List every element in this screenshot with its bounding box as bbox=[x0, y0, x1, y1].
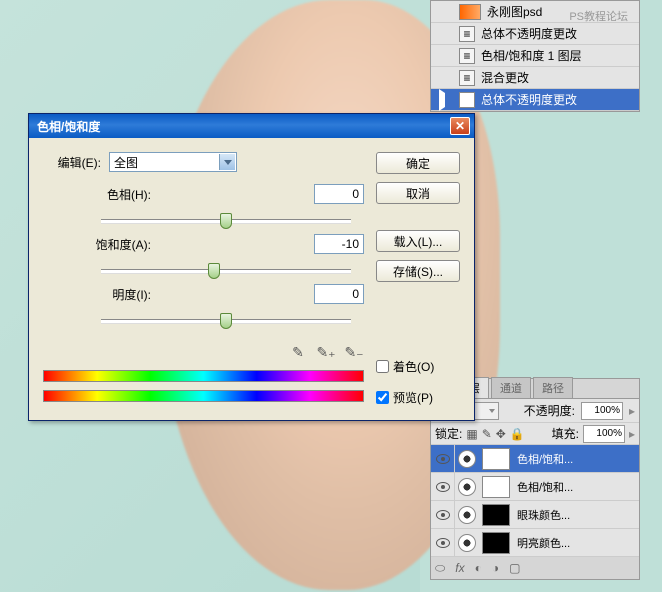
layer-name: 明亮颜色... bbox=[513, 535, 639, 551]
layer-mask-thumb[interactable] bbox=[482, 448, 510, 470]
history-item-label: 永刚图psd bbox=[487, 3, 542, 20]
layer-item-selected[interactable]: 色相/饱和... bbox=[431, 445, 639, 473]
preview-checkbox[interactable] bbox=[376, 391, 389, 404]
history-item-selected[interactable]: ≡ 总体不透明度更改 bbox=[431, 89, 639, 111]
layer-item[interactable]: 眼珠颜色... bbox=[431, 501, 639, 529]
page-icon: ≡ bbox=[459, 70, 475, 86]
adjustment-icon bbox=[458, 506, 476, 524]
eye-icon[interactable] bbox=[436, 538, 450, 548]
layer-name: 色相/饱和... bbox=[513, 479, 639, 495]
chevron-down-icon bbox=[219, 154, 235, 170]
preview-label: 预览(P) bbox=[393, 389, 433, 406]
eye-icon[interactable] bbox=[436, 482, 450, 492]
page-icon: ≡ bbox=[459, 48, 475, 64]
layers-footer: ⬭ fx ◐ ◑ ▢ bbox=[431, 557, 639, 579]
tab-channels[interactable]: 通道 bbox=[491, 377, 531, 398]
slider-thumb[interactable] bbox=[220, 213, 232, 229]
layer-item[interactable]: 明亮颜色... bbox=[431, 529, 639, 557]
close-button[interactable]: ✕ bbox=[450, 117, 470, 135]
lock-paint-icon[interactable]: ✎ bbox=[482, 427, 492, 441]
slider-thumb[interactable] bbox=[220, 313, 232, 329]
fill-input[interactable]: 100% bbox=[583, 425, 625, 443]
history-item[interactable]: ≡ 混合更改 bbox=[431, 67, 639, 89]
spectrum-bar-top bbox=[43, 370, 364, 382]
page-icon: ≡ bbox=[459, 26, 475, 42]
adjustment-icon bbox=[458, 478, 476, 496]
layer-item[interactable]: 色相/饱和... bbox=[431, 473, 639, 501]
eyedropper-icon[interactable]: ✎ bbox=[288, 342, 308, 362]
slider-thumb[interactable] bbox=[208, 263, 220, 279]
folder-icon[interactable]: ▢ bbox=[509, 561, 520, 575]
page-icon: ≡ bbox=[459, 92, 475, 108]
lock-label: 锁定: bbox=[435, 425, 462, 442]
layer-name: 眼珠颜色... bbox=[513, 507, 639, 523]
hue-label: 色相(H): bbox=[43, 186, 151, 203]
cancel-button[interactable]: 取消 bbox=[376, 182, 460, 204]
dialog-title: 色相/饱和度 bbox=[37, 118, 450, 135]
eyedropper-subtract-icon[interactable]: ✎₋ bbox=[344, 342, 364, 362]
save-button[interactable]: 存储(S)... bbox=[376, 260, 460, 282]
chevron-right-icon[interactable]: ▸ bbox=[629, 404, 635, 418]
edit-dropdown[interactable]: 全图 bbox=[109, 152, 237, 172]
adjustment-icon bbox=[458, 534, 476, 552]
history-item-label: 色相/饱和度 1 图层 bbox=[481, 47, 582, 64]
lock-move-icon[interactable]: ✥ bbox=[496, 427, 506, 441]
ok-button[interactable]: 确定 bbox=[376, 152, 460, 174]
current-arrow-icon bbox=[439, 89, 445, 111]
load-button[interactable]: 载入(L)... bbox=[376, 230, 460, 252]
history-item-label: 混合更改 bbox=[481, 69, 529, 86]
eyedropper-add-icon[interactable]: ✎₊ bbox=[316, 342, 336, 362]
adjustment-new-icon[interactable]: ◑ bbox=[492, 561, 499, 575]
edit-label: 编辑(E): bbox=[43, 154, 101, 171]
history-item-label: 总体不透明度更改 bbox=[481, 91, 577, 108]
fill-label: 填充: bbox=[552, 425, 579, 442]
history-item[interactable]: ≡ 总体不透明度更改 bbox=[431, 23, 639, 45]
mask-icon[interactable]: ◐ bbox=[475, 561, 482, 575]
history-thumb-icon bbox=[459, 4, 481, 20]
adjustment-icon bbox=[458, 450, 476, 468]
colorize-label: 着色(O) bbox=[393, 358, 434, 375]
eye-icon[interactable] bbox=[436, 454, 450, 464]
saturation-input[interactable]: -10 bbox=[314, 234, 364, 254]
hue-slider[interactable] bbox=[101, 210, 351, 230]
link-icon[interactable]: ⬭ bbox=[435, 561, 445, 576]
edit-dropdown-value: 全图 bbox=[114, 154, 138, 171]
lightness-label: 明度(I): bbox=[43, 286, 151, 303]
hue-saturation-dialog: 色相/饱和度 ✕ 编辑(E): 全图 色相(H): 0 bbox=[28, 113, 475, 421]
watermark-text: PS教程论坛 bbox=[569, 8, 628, 24]
history-item-label: 总体不透明度更改 bbox=[481, 25, 577, 42]
layer-mask-thumb[interactable] bbox=[482, 532, 510, 554]
colorize-checkbox[interactable] bbox=[376, 360, 389, 373]
hue-input[interactable]: 0 bbox=[314, 184, 364, 204]
saturation-slider[interactable] bbox=[101, 260, 351, 280]
saturation-label: 饱和度(A): bbox=[43, 236, 151, 253]
history-item[interactable]: ≡ 色相/饱和度 1 图层 bbox=[431, 45, 639, 67]
opacity-input[interactable]: 100% bbox=[581, 402, 623, 420]
lock-all-icon[interactable]: 🔒 bbox=[510, 427, 525, 441]
dialog-titlebar[interactable]: 色相/饱和度 ✕ bbox=[29, 114, 474, 138]
layer-name: 色相/饱和... bbox=[513, 451, 639, 467]
opacity-label: 不透明度: bbox=[524, 402, 575, 419]
layer-mask-thumb[interactable] bbox=[482, 504, 510, 526]
spectrum-bar-bottom bbox=[43, 390, 364, 402]
fx-icon[interactable]: fx bbox=[455, 561, 464, 575]
chevron-right-icon[interactable]: ▸ bbox=[629, 427, 635, 441]
lock-transparency-icon[interactable]: ▦ bbox=[466, 427, 477, 441]
lightness-input[interactable]: 0 bbox=[314, 284, 364, 304]
eye-icon[interactable] bbox=[436, 510, 450, 520]
tab-paths[interactable]: 路径 bbox=[533, 377, 573, 398]
lightness-slider[interactable] bbox=[101, 310, 351, 330]
layer-mask-thumb[interactable] bbox=[482, 476, 510, 498]
